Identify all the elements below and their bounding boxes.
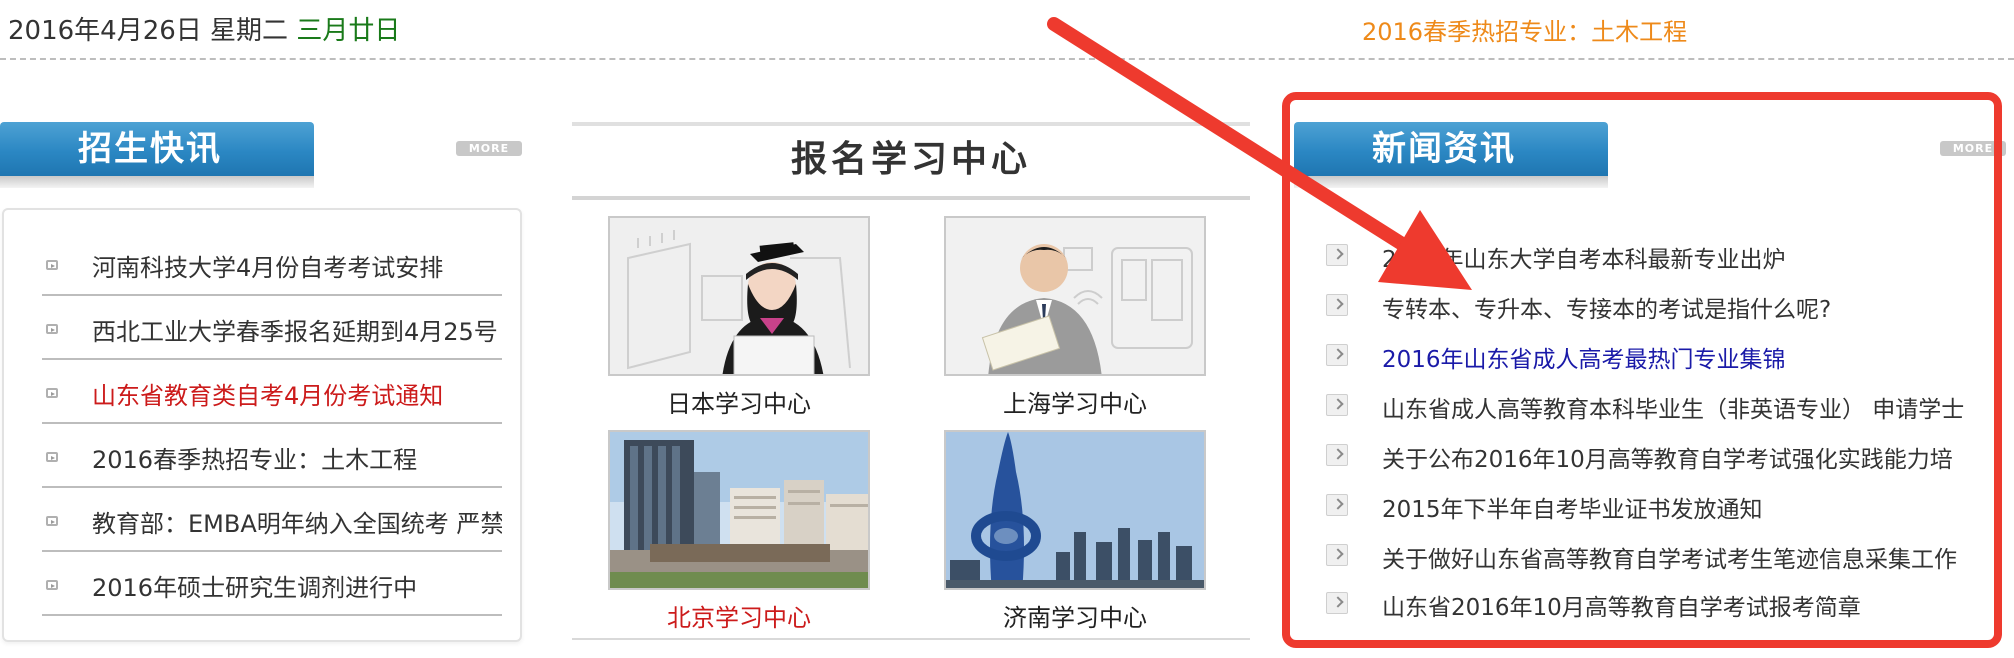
bullet-icon xyxy=(46,580,58,590)
admissions-news-panel: 河南科技大学4月份自考考试安排 西北工业大学春季报名延期到4月25号！ 山东省教… xyxy=(2,208,522,642)
news-link[interactable]: 山东省教育类自考4月份考试通知 xyxy=(92,376,502,411)
top-divider xyxy=(0,58,2014,60)
lunar-date: 三月廿日 xyxy=(296,16,401,46)
japan-center-image[interactable] xyxy=(608,216,870,376)
graduate-illustration xyxy=(610,218,868,374)
study-centers-title: 报名学习中心 xyxy=(790,139,1031,180)
date-text: 2016年4月26日 星期二 xyxy=(8,16,289,46)
list-item[interactable]: 山东省教育类自考4月份考试通知 xyxy=(42,360,502,424)
admissions-news-title: 招生快讯 xyxy=(0,122,314,176)
list-item[interactable]: 河南科技大学4月份自考考试安排 xyxy=(42,232,502,296)
news-link[interactable]: 2016年硕士研究生调剂进行中 xyxy=(92,568,502,603)
jinan-center-link[interactable]: 济南学习中心 xyxy=(944,598,1206,633)
news-link[interactable]: 西北工业大学春季报名延期到4月25号！ xyxy=(92,312,502,347)
japan-center-link[interactable]: 日本学习中心 xyxy=(608,384,870,419)
bullet-icon xyxy=(46,260,58,270)
buildings-illustration xyxy=(610,432,868,588)
bullet-icon xyxy=(46,324,58,334)
bullet-icon xyxy=(46,516,58,526)
date-display: 2016年4月26日 星期二 三月廿日 xyxy=(8,10,400,47)
hot-major-link[interactable]: 2016春季热招专业：土木工程 xyxy=(1362,12,1687,47)
sculpture-illustration xyxy=(946,432,1204,588)
news-link[interactable]: 教育部：EMBA明年纳入全国统考 严禁 xyxy=(92,504,502,539)
list-item[interactable]: 教育部：EMBA明年纳入全国统考 严禁 xyxy=(42,488,502,552)
center-bottom-divider xyxy=(572,638,1250,640)
shanghai-center-image[interactable] xyxy=(944,216,1206,376)
student-illustration xyxy=(946,218,1204,374)
annotation-highlight-frame xyxy=(1282,92,2002,648)
shanghai-center-link[interactable]: 上海学习中心 xyxy=(944,384,1206,419)
jinan-center-image[interactable] xyxy=(944,430,1206,590)
list-item[interactable]: 2016年硕士研究生调剂进行中 xyxy=(42,552,502,616)
bullet-icon xyxy=(46,452,58,462)
more-label: MORE xyxy=(468,142,510,155)
news-link[interactable]: 2016春季热招专业：土木工程 xyxy=(92,440,502,475)
list-item[interactable]: 西北工业大学春季报名延期到4月25号！ xyxy=(42,296,502,360)
admissions-tab-shadow xyxy=(0,176,314,188)
list-item[interactable]: 2016春季热招专业：土木工程 xyxy=(42,424,502,488)
admissions-more-button[interactable]: MORE xyxy=(456,141,522,156)
news-link[interactable]: 河南科技大学4月份自考考试安排 xyxy=(92,248,502,283)
bullet-icon xyxy=(46,388,58,398)
beijing-center-image[interactable] xyxy=(608,430,870,590)
beijing-center-link[interactable]: 北京学习中心 xyxy=(608,598,870,633)
